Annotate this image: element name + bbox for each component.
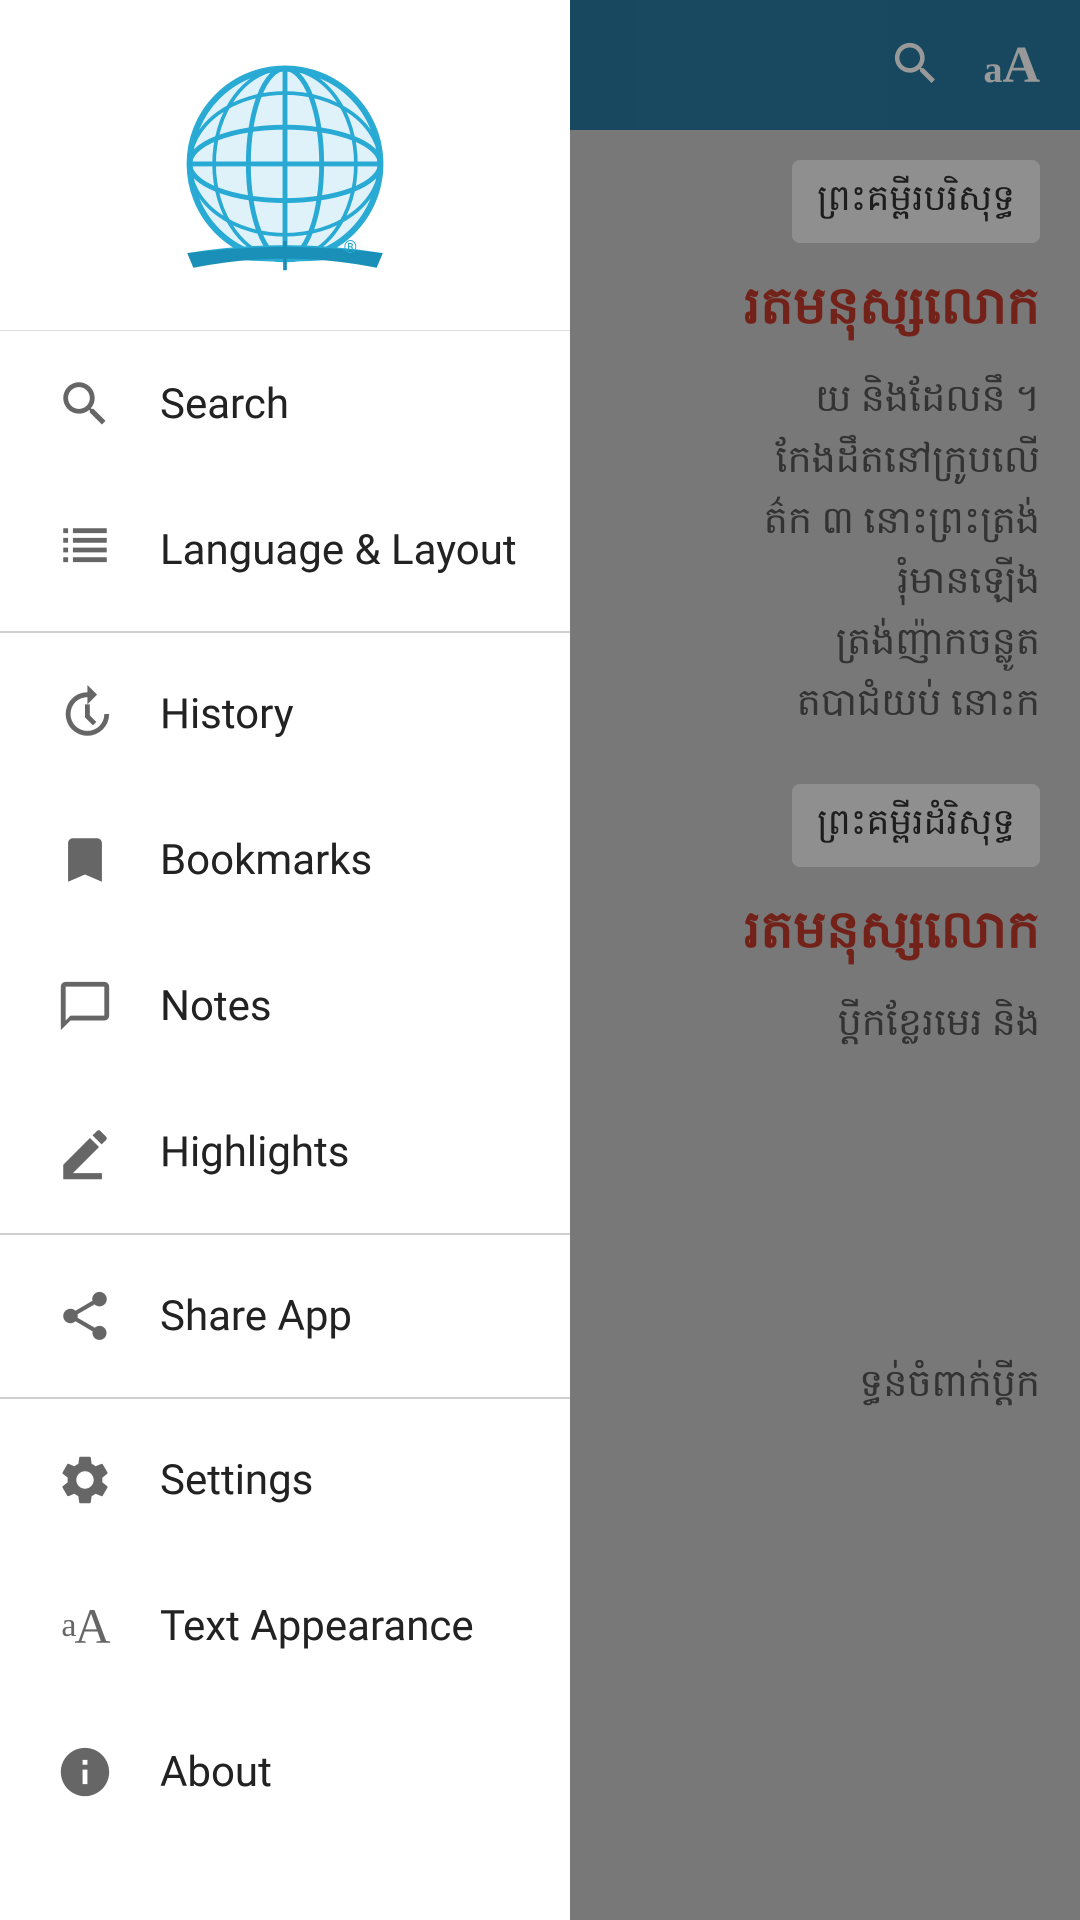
history-icon: [50, 679, 120, 749]
highlights-icon: [50, 1117, 120, 1187]
section-divider-1: [0, 631, 570, 633]
menu-item-about[interactable]: About: [0, 1699, 570, 1845]
side-drawer: ® Search Language & Layout History Bookm…: [0, 0, 570, 1920]
menu-item-language-layout[interactable]: Language & Layout: [0, 477, 570, 623]
about-label: About: [160, 1748, 272, 1797]
language-icon: [50, 515, 120, 585]
settings-label: Settings: [160, 1456, 313, 1505]
globe-logo: ®: [145, 60, 425, 280]
menu-item-share-app[interactable]: Share App: [0, 1243, 570, 1389]
about-icon: [50, 1737, 120, 1807]
section-divider-2: [0, 1233, 570, 1235]
highlights-label: Highlights: [160, 1128, 349, 1177]
section-divider-3: [0, 1397, 570, 1399]
share-icon: [50, 1281, 120, 1351]
bookmarks-label: Bookmarks: [160, 836, 372, 885]
menu-item-highlights[interactable]: Highlights: [0, 1079, 570, 1225]
language-layout-label: Language & Layout: [160, 526, 517, 575]
text-appearance-label: Text Appearance: [160, 1602, 474, 1651]
menu-item-history[interactable]: History: [0, 641, 570, 787]
logo-area: ®: [0, 0, 570, 330]
notes-icon: [50, 971, 120, 1041]
menu-item-text-appearance[interactable]: aA Text Appearance: [0, 1553, 570, 1699]
notes-label: Notes: [160, 982, 272, 1031]
menu-item-search[interactable]: Search: [0, 331, 570, 477]
text-appearance-icon: aA: [50, 1591, 120, 1661]
menu-item-bookmarks[interactable]: Bookmarks: [0, 787, 570, 933]
search-icon: [50, 369, 120, 439]
svg-text:®: ®: [344, 238, 357, 258]
menu-item-settings[interactable]: Settings: [0, 1407, 570, 1553]
menu-item-notes[interactable]: Notes: [0, 933, 570, 1079]
history-label: History: [160, 690, 294, 739]
bookmark-icon: [50, 825, 120, 895]
search-label: Search: [160, 380, 289, 429]
share-app-label: Share App: [160, 1292, 352, 1341]
settings-icon: [50, 1445, 120, 1515]
